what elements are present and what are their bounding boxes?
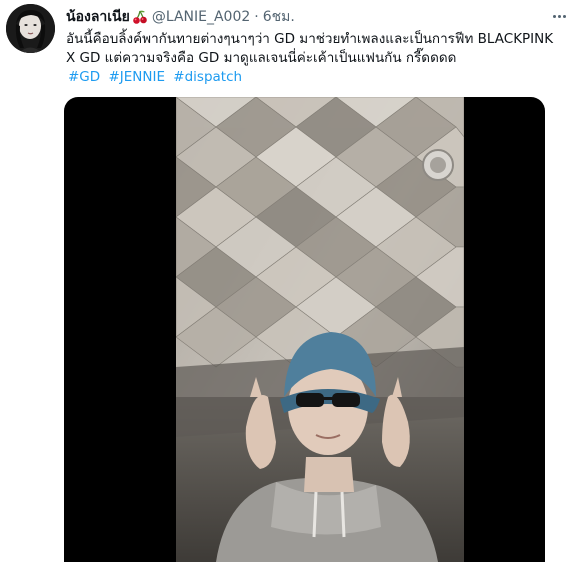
display-name[interactable]: น้องลาเนีย [66,6,130,28]
tweet-card: น้องลาเนีย @LANIE_A002 · 6ชม. อันนี้คือบ… [0,0,584,562]
more-dot [557,14,561,18]
separator-dot: · [254,9,259,25]
timestamp[interactable]: 6ชม. [263,6,295,28]
cherry-emoji-icon [132,9,148,25]
hashtag-link[interactable]: #GD [68,69,100,85]
hashtag-link[interactable]: #dispatch [173,69,242,85]
hashtag-list: #GD #JENNIE #dispatch [68,68,556,87]
video-media[interactable] [64,97,545,562]
tweet-header: น้องลาเนีย @LANIE_A002 · 6ชม. [66,6,544,28]
avatar[interactable] [6,4,55,53]
user-handle[interactable]: @LANIE_A002 [152,9,250,25]
more-dot [552,14,556,18]
tweet-text-line: X GD แต่ความจริงคือ GD มาดูแลเจนนี่ค่ะเค… [66,50,457,66]
more-dot [562,14,566,18]
hashtag-link[interactable]: #JENNIE [108,69,165,85]
tweet-text: อันนี้คือบลิ้งค์พากันทายต่างๆนาๆว่า GD ม… [66,30,556,87]
video-frame[interactable] [176,97,464,562]
more-options-icon[interactable] [548,8,570,24]
tweet-text-line: อันนี้คือบลิ้งค์พากันทายต่างๆนาๆว่า GD ม… [66,31,554,47]
